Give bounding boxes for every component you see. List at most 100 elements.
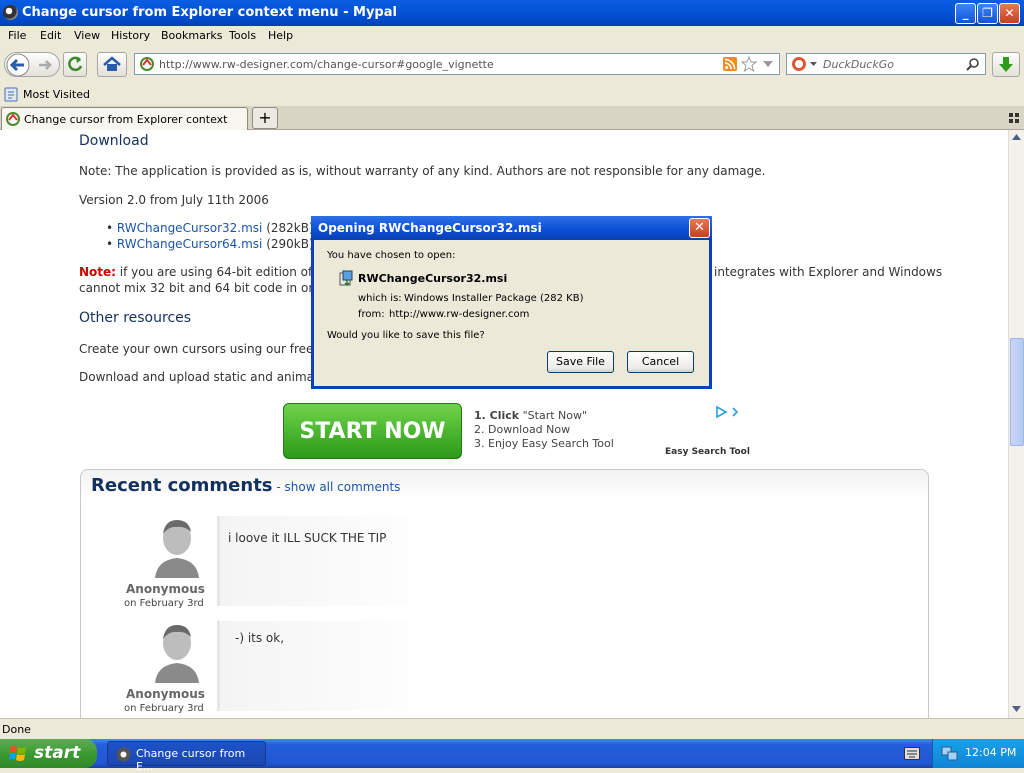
home-icon [103, 56, 121, 71]
system-tray: 12:04 PM [932, 739, 1024, 768]
file-list-item: • RWChangeCursor32.msi (282kB) fo [106, 221, 329, 235]
ad-start-now-button[interactable]: START NOW [283, 403, 462, 459]
msi-file-icon [339, 270, 353, 286]
from-label: from: [358, 309, 385, 320]
opening-file-dialog: Opening RWChangeCursor32.msi ✕ You have … [311, 216, 712, 389]
network-icon[interactable] [941, 745, 959, 762]
tab-favicon-icon [6, 112, 20, 126]
menu-view[interactable]: View [74, 29, 100, 42]
menu-file[interactable]: File [8, 29, 26, 42]
note-64bit-text: if you are using 64-bit edition of W [115, 265, 328, 279]
which-is-label: which is: [358, 293, 402, 304]
comment-bubble: -) its ok, [217, 621, 437, 711]
download-arrow-icon [999, 57, 1013, 72]
start-button[interactable]: start [0, 739, 97, 768]
other-resources-heading: Other resources [79, 310, 192, 326]
new-tab-button[interactable]: + [252, 107, 278, 129]
search-placeholder: DuckDuckGo [823, 58, 894, 71]
dialog-close-button[interactable]: ✕ [689, 218, 710, 238]
tab-bar: Change cursor from Explorer context menu… [0, 106, 1024, 139]
clock[interactable]: 12:04 PM [965, 746, 1016, 759]
cancel-button[interactable]: Cancel [627, 351, 694, 373]
site-favicon-icon [140, 57, 154, 71]
comment-author[interactable]: Anonymous [126, 687, 205, 701]
show-all-comments-link[interactable]: show all comments [285, 480, 401, 494]
save-file-button[interactable]: Save File [547, 351, 614, 373]
rwchangecursor64-link[interactable]: RWChangeCursor64.msi [117, 237, 262, 251]
url-dropdown-icon[interactable] [763, 61, 773, 67]
ad-step1[interactable]: 1. Click "Start Now" [474, 409, 587, 422]
comment-bubble: i loove it ILL SUCK THE TIP [217, 516, 437, 606]
dialog-title: Opening RWChangeCursor32.msi [318, 221, 542, 235]
downloads-button[interactable] [992, 52, 1020, 77]
recent-comments-header: Recent comments - show all comments [91, 475, 400, 496]
note-label: Note: [79, 265, 116, 279]
tab-change-cursor[interactable]: Change cursor from Explorer context menu [1, 107, 248, 139]
status-bar: Done [0, 718, 1024, 739]
search-icon[interactable] [966, 57, 980, 71]
search-engine-dropdown-icon[interactable] [810, 62, 817, 66]
minimize-button[interactable]: _ [955, 3, 976, 24]
scroll-up-icon[interactable] [1012, 134, 1021, 140]
windows-flag-icon [9, 746, 26, 761]
save-question: Would you like to save this file? [327, 330, 485, 341]
list-all-tabs-icon[interactable] [1008, 112, 1020, 124]
taskbar-item-label: Change cursor from E... [136, 747, 246, 773]
note-64bit-line2: cannot mix 32 bit and 64 bit code in one… [79, 281, 335, 295]
adchoices-icon[interactable] [715, 406, 741, 418]
start-label: start [34, 743, 81, 763]
separator: - [272, 480, 285, 494]
keyboard-icon[interactable] [904, 747, 920, 760]
scrollbar-thumb[interactable] [1010, 338, 1024, 446]
status-text: Done [2, 723, 31, 736]
ad-step2[interactable]: 2. Download Now [474, 423, 570, 436]
back-icon[interactable] [5, 53, 61, 77]
rwchangecursor32-link[interactable]: RWChangeCursor32.msi [117, 221, 262, 235]
mypal-app-icon [3, 5, 18, 20]
url-bar[interactable]: http://www.rw-designer.com/change-cursor… [134, 53, 780, 75]
menu-bar: File Edit View History Bookmarks Tools H… [0, 26, 1024, 46]
download-heading: Download [79, 133, 149, 149]
bookmark-star-icon[interactable] [741, 56, 757, 72]
rss-feed-icon[interactable] [723, 57, 737, 71]
create-cursors-text: Create your own cursors using our free [79, 342, 318, 356]
mypal-taskbar-icon [116, 747, 131, 762]
scroll-down-icon[interactable] [1012, 706, 1021, 712]
comment-author[interactable]: Anonymous [126, 582, 205, 596]
dialog-title-bar[interactable]: Opening RWChangeCursor32.msi ✕ [311, 216, 712, 240]
most-visited-bookmark[interactable]: Most Visited [23, 88, 90, 101]
menu-bookmarks[interactable]: Bookmarks [161, 29, 222, 42]
restore-button[interactable]: ❐ [977, 3, 998, 24]
warranty-note: Note: The application is provided as is,… [79, 164, 766, 178]
close-window-button[interactable]: ✕ [999, 3, 1020, 24]
file-type-value: Windows Installer Package (282 KB) [404, 293, 584, 304]
reload-button[interactable] [63, 52, 87, 77]
url-text: http://www.rw-designer.com/change-cursor… [159, 58, 494, 71]
comment-date: on February 3rd [124, 598, 204, 609]
back-forward-group [4, 52, 60, 77]
ad-brand[interactable]: Easy Search Tool [665, 447, 750, 457]
comment-date: on February 3rd [124, 703, 204, 714]
taskbar-item-mypal[interactable]: Change cursor from E... [107, 741, 266, 773]
page-scrollbar[interactable] [1008, 130, 1024, 718]
ad-step1-bold: 1. Click [474, 409, 520, 422]
window-title-bar[interactable]: Change cursor from Explorer context menu… [0, 0, 1024, 26]
recent-comments-box: Recent comments - show all comments Anon… [80, 469, 929, 718]
search-bar[interactable]: DuckDuckGo [786, 53, 986, 75]
bookmarks-toolbar: Most Visited [0, 84, 1024, 106]
upload-cursors-line: Download and upload static and animated [79, 370, 334, 384]
menu-history[interactable]: History [111, 29, 150, 42]
note-64bit: Note: if you are using 64-bit edition of… [79, 265, 328, 279]
window-title: Change cursor from Explorer context menu… [22, 5, 397, 20]
menu-edit[interactable]: Edit [40, 29, 61, 42]
menu-help[interactable]: Help [268, 29, 293, 42]
ad-step3[interactable]: 3. Enjoy Easy Search Tool [474, 437, 614, 450]
duckduckgo-icon[interactable] [791, 56, 807, 72]
menu-tools[interactable]: Tools [229, 29, 256, 42]
comment-text: i loove it ILL SUCK THE TIP [228, 531, 387, 545]
dialog-filename: RWChangeCursor32.msi [358, 272, 508, 285]
most-visited-folder-icon [4, 87, 18, 102]
home-button[interactable] [97, 52, 127, 77]
note-64bit-right: integrates with Explorer and Windows [714, 265, 943, 279]
windows-taskbar: start Change cursor from E... 12:04 PM [0, 739, 1024, 773]
